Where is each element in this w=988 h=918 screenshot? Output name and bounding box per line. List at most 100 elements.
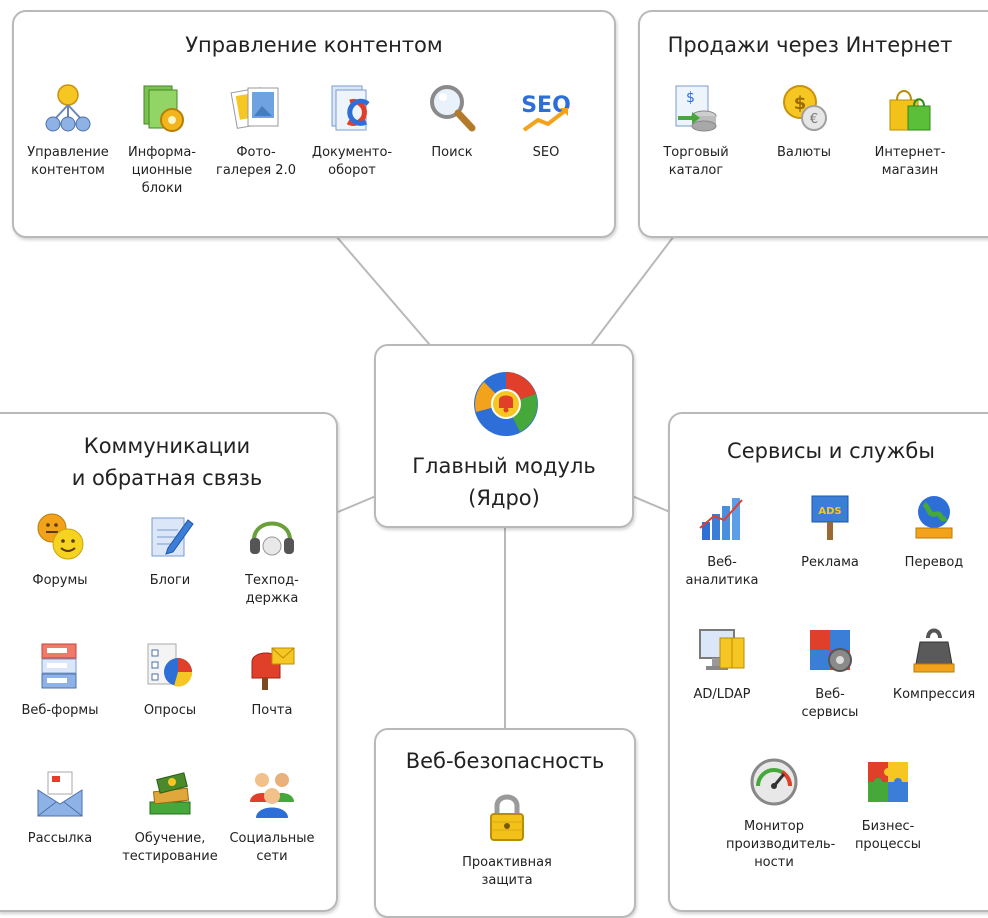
books-icon (149, 772, 191, 815)
services-box: Сервисы и службы Веб- аналитика ADS Рекл… (668, 412, 988, 912)
hierarchy-icon (45, 84, 91, 132)
comm-item-webforms[interactable]: Веб-формы (12, 640, 108, 720)
sales-item-eshop[interactable]: Интернет- магазин (862, 82, 958, 180)
svc-item-translation[interactable]: Перевод (886, 492, 982, 572)
item-label: Опросы (143, 703, 197, 718)
core-module-title: Главный модуль (Ядро) (412, 454, 596, 510)
people-icon (250, 773, 294, 818)
item-label: Интернет- магазин (874, 145, 946, 178)
analytics-bars-icon (699, 498, 743, 540)
monitor-book-icon (699, 629, 745, 670)
forum-smileys-icon (37, 513, 84, 560)
item-label: AD/LDAP (693, 687, 751, 702)
web-forms-icon (41, 643, 77, 689)
ads-sign-icon: ADS (811, 495, 849, 540)
item-label: Компрессия (892, 687, 976, 702)
comm-item-polls[interactable]: Опросы (122, 640, 218, 720)
item-label: Реклама (801, 555, 859, 570)
blog-pencil-icon (151, 517, 194, 557)
connector-communications (337, 495, 377, 513)
security-item-proactive[interactable]: Проактивная защита (459, 792, 555, 890)
comm-item-social[interactable]: Социальные сети (224, 768, 320, 866)
padlock-icon (490, 794, 524, 841)
trade-catalog-icon: $ (675, 85, 717, 132)
item-label: Рассылка (27, 831, 93, 846)
item-label: Блоги (149, 573, 191, 588)
currency-coins-icon: $ € (783, 85, 827, 131)
item-label: Фото- галерея 2.0 (216, 145, 296, 178)
comm-item-mail[interactable]: Почта (224, 640, 320, 720)
content-management-title: Управление контентом (185, 33, 443, 57)
svc-item-compression[interactable]: Компрессия (886, 624, 982, 704)
web-security-box: Веб-безопасность Проактивная защита (374, 728, 636, 918)
seo-icon: SEO (521, 93, 571, 132)
comm-item-mailing[interactable]: Рассылка (12, 768, 108, 848)
item-label: Управление контентом (27, 145, 109, 178)
content-item-info-blocks[interactable]: Информа- ционные блоки (114, 82, 210, 198)
connector-content (335, 235, 437, 353)
services-title: Сервисы и службы (727, 439, 935, 463)
svg-text:$: $ (686, 90, 695, 106)
item-label: Бизнес- процессы (854, 819, 922, 852)
item-label: Проактивная защита (462, 855, 552, 888)
web-security-title: Веб-безопасность (405, 749, 605, 773)
content-item-seo[interactable]: SEO SEO (498, 82, 594, 162)
item-label: Почта (251, 703, 293, 718)
envelope-icon (37, 771, 83, 817)
connector-sales (585, 235, 675, 353)
item-label: Обучение, тестирование (122, 831, 218, 864)
item-label: Валюты (777, 145, 831, 160)
content-item-document-flow[interactable]: Документо- оборот (304, 82, 400, 180)
content-item-photo-gallery[interactable]: Фото- галерея 2.0 (208, 82, 304, 180)
svc-item-bizproc[interactable]: Бизнес- процессы (840, 756, 936, 854)
item-label: Техпод- держка (245, 573, 299, 606)
svc-item-ldap[interactable]: AD/LDAP (674, 624, 770, 704)
comm-item-blogs[interactable]: Блоги (122, 510, 218, 590)
item-label: Веб- сервисы (801, 687, 859, 720)
content-management-box: Управление контентом Управление контенто… (12, 10, 616, 238)
svc-item-ads[interactable]: ADS Реклама (782, 492, 878, 572)
weight-icon (913, 628, 955, 673)
globe-book-icon (915, 496, 953, 539)
item-label: Торговый каталог (663, 145, 729, 178)
headset-icon (250, 521, 294, 556)
internet-sales-title: Продажи через Интернет (667, 33, 953, 57)
item-label: Документо- оборот (311, 145, 393, 178)
communications-title: Коммуникации и обратная связь (71, 434, 263, 490)
sales-item-catalog[interactable]: $ Торговый каталог (648, 82, 744, 180)
info-blocks-gear-icon (143, 85, 184, 132)
communications-box: Коммуникации и обратная связь Форумы Бло… (0, 412, 338, 912)
internet-sales-box: Продажи через Интернет $ Торговый катало… (638, 10, 988, 238)
comm-item-learning[interactable]: Обучение, тестирование (122, 768, 218, 866)
content-item-search[interactable]: Поиск (404, 82, 500, 162)
puzzle-icon (868, 762, 908, 802)
item-label: Веб-формы (21, 703, 99, 718)
content-item-management[interactable]: Управление контентом (20, 82, 116, 180)
item-label: Информа- ционные блоки (127, 145, 196, 196)
item-label: SEO (532, 145, 560, 160)
svc-item-webservices[interactable]: Веб- сервисы (782, 624, 878, 722)
core-logo-icon (474, 372, 538, 436)
mailbox-icon (251, 647, 295, 690)
shopping-bags-icon (889, 90, 931, 131)
document-flow-icon (331, 85, 370, 131)
item-label: Форумы (32, 573, 88, 588)
sales-item-currencies[interactable]: $ € Валюты (756, 82, 852, 162)
gauge-icon (750, 758, 798, 806)
item-label: Социальные сети (229, 831, 315, 864)
svg-text:ADS: ADS (818, 506, 841, 517)
item-label: Веб- аналитика (685, 555, 759, 588)
magnifier-icon (430, 85, 476, 132)
connector-services (631, 495, 671, 513)
item-label: Поиск (431, 145, 473, 160)
item-label: Монитор производитель- ности (726, 819, 836, 870)
svc-item-monitor[interactable]: Монитор производитель- ности (726, 756, 836, 872)
item-label: Перевод (904, 555, 964, 570)
core-module-box: Главный модуль (Ядро) (374, 344, 634, 528)
web-services-gear-icon (810, 630, 852, 672)
svc-item-analytics[interactable]: Веб- аналитика (674, 492, 770, 590)
comm-item-forums[interactable]: Форумы (12, 510, 108, 590)
comm-item-support[interactable]: Техпод- держка (224, 510, 320, 608)
photo-gallery-icon (230, 87, 279, 129)
poll-chart-icon (147, 643, 193, 687)
